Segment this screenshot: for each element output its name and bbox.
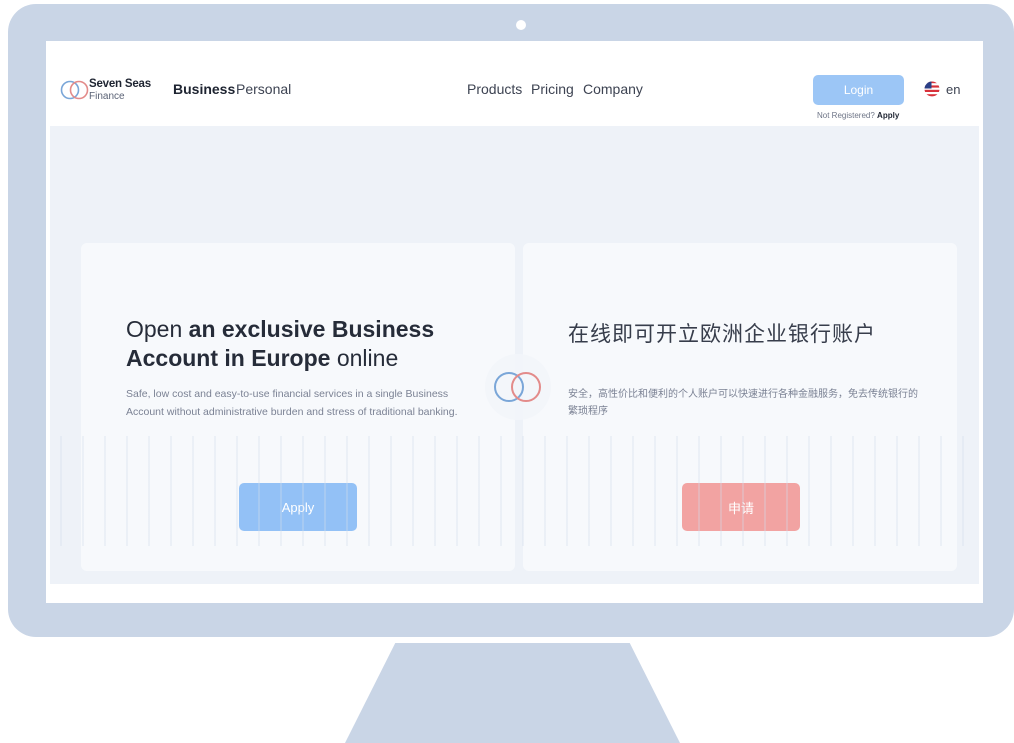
us-flag-icon: [924, 81, 940, 97]
language-selector[interactable]: en: [924, 81, 960, 97]
apply-button-cn[interactable]: 申请: [682, 483, 800, 531]
nav-pricing[interactable]: Pricing: [531, 81, 574, 97]
nav-business[interactable]: Business: [173, 81, 235, 97]
apply-button[interactable]: Apply: [239, 483, 357, 531]
brand-logo[interactable]: Seven Seas Finance: [60, 78, 151, 109]
not-registered-text: Not Registered? Apply: [817, 111, 899, 120]
hero-title-pre: Open: [126, 316, 189, 342]
hero-title-cn: 在线即可开立欧洲企业银行账户: [568, 322, 876, 346]
login-button[interactable]: Login: [813, 75, 904, 105]
brand-subtitle: Finance: [89, 91, 125, 102]
camera-dot: [516, 20, 526, 30]
hero-description-en: Safe, low cost and easy-to-use financial…: [126, 388, 458, 418]
nav-products[interactable]: Products: [467, 81, 522, 97]
nav-personal[interactable]: Personal: [236, 81, 291, 97]
panel-business-en: Open an exclusive Business Account in Eu…: [81, 243, 515, 571]
language-label: en: [946, 81, 961, 97]
nav-company[interactable]: Company: [583, 81, 643, 97]
center-rings-icon: [485, 354, 551, 420]
screen: Seven Seas Finance Business Personal Pro…: [46, 41, 983, 603]
hero-description-cn: 安全，高性价比和便利的个人账户可以快速进行各种金融服务，免去传统银行的繁琐程序: [568, 389, 918, 417]
not-registered-label: Not Registered?: [817, 111, 875, 120]
apply-link[interactable]: Apply: [877, 111, 899, 120]
brand-rings-icon: [60, 80, 89, 100]
brand-name: Seven Seas: [89, 78, 151, 90]
hero-title-post: online: [330, 345, 399, 371]
hero-title-en: Open an exclusive Business Account in Eu…: [126, 315, 466, 373]
panel-business-cn: 在线即可开立欧洲企业银行账户 安全，高性价比和便利的个人账户可以快速进行各种金融…: [523, 243, 957, 571]
monitor-stand: [345, 643, 680, 743]
hero-section: Open an exclusive Business Account in Eu…: [50, 126, 979, 584]
top-navigation: Seven Seas Finance Business Personal Pro…: [46, 41, 983, 126]
